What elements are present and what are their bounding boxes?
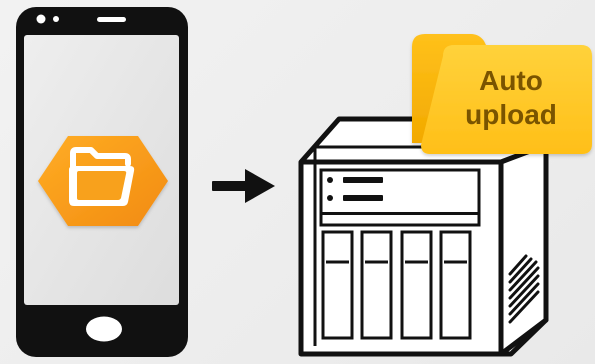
right-arrow-icon — [212, 169, 275, 203]
upload-diagram: Auto upload — [0, 0, 595, 364]
auto-upload-folder-icon — [412, 34, 592, 154]
nas-drive-icon — [298, 116, 549, 357]
diagram-graphics — [16, 7, 592, 357]
